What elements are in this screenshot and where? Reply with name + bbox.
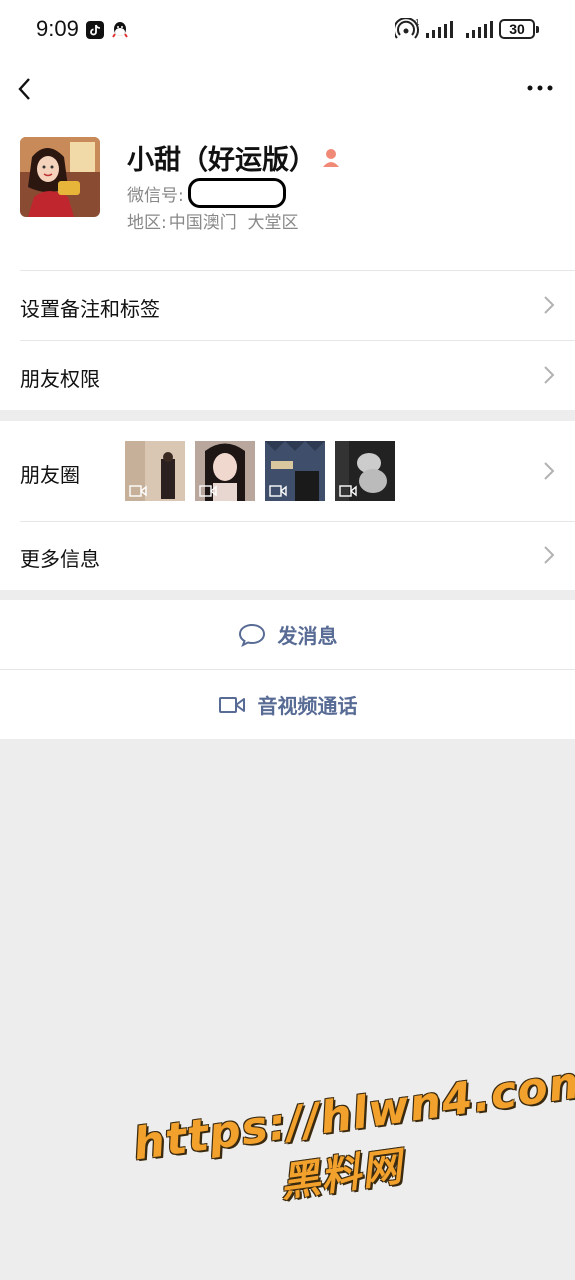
avatar[interactable]: [20, 137, 100, 217]
video-icon: [339, 485, 357, 497]
send-message-button[interactable]: 发消息: [0, 600, 575, 669]
video-icon: [269, 485, 287, 497]
nickname: 小甜（好运版）: [127, 145, 316, 176]
set-remark-tags-cell[interactable]: 设置备注和标签: [0, 270, 575, 340]
chevron-right-icon: [544, 296, 555, 314]
tiktok-icon: [86, 21, 104, 39]
status-bar: 9:09 1 30: [0, 0, 575, 60]
chevron-right-icon: [544, 366, 555, 384]
divider: [20, 521, 575, 522]
video-icon: [199, 485, 217, 497]
video-call-label: 音视频通话: [257, 694, 358, 718]
nav-bar: [0, 60, 575, 118]
status-time: 9:09: [36, 16, 79, 41]
female-gender-icon: [323, 148, 339, 167]
moments-cell[interactable]: 朋友圈: [0, 421, 575, 521]
hotspot-icon: 1: [395, 18, 420, 39]
moment-thumbnail[interactable]: [195, 441, 255, 501]
chevron-right-icon: [544, 546, 555, 564]
moment-thumbnail[interactable]: [335, 441, 395, 501]
friend-permissions-label: 朋友权限: [20, 367, 100, 391]
profile-header: 小甜（好运版） 微信号: 地区: 中国澳门 大堂区: [0, 118, 575, 270]
chevron-right-icon: [544, 462, 555, 480]
video-icon: [129, 485, 147, 497]
signal-icon: [426, 21, 453, 38]
wechat-id-label: 微信号:: [127, 185, 184, 206]
divider: [20, 270, 575, 271]
video-camera-icon: [218, 696, 245, 713]
video-call-button[interactable]: 音视频通话: [0, 670, 575, 739]
friend-permissions-cell[interactable]: 朋友权限: [0, 340, 575, 410]
wechat-id-redaction: [187, 178, 286, 208]
battery-indicator: 30: [499, 19, 539, 39]
svg-text:1: 1: [415, 18, 420, 27]
set-remark-tags-label: 设置备注和标签: [20, 297, 160, 321]
moment-thumbnail[interactable]: [125, 441, 185, 501]
signal-icon: [466, 21, 493, 38]
chat-bubble-icon: [238, 623, 265, 647]
region-label: 地区:: [127, 213, 167, 233]
send-message-label: 发消息: [277, 624, 338, 648]
wechat-id-row: 微信号:: [127, 178, 286, 208]
region-value: 中国澳门 大堂区: [168, 213, 299, 233]
watermark: https://hlwn4.com 黑料网: [130, 1055, 575, 1259]
more-info-cell[interactable]: 更多信息: [0, 521, 575, 590]
qq-icon: [112, 22, 128, 38]
more-info-label: 更多信息: [20, 547, 100, 571]
moment-thumbnail[interactable]: [265, 441, 325, 501]
moments-thumbnails: [125, 441, 395, 501]
nickname-row: 小甜（好运版）: [127, 138, 342, 177]
moments-label: 朋友圈: [20, 463, 80, 487]
divider: [20, 340, 575, 341]
region-row: 地区: 中国澳门 大堂区: [127, 208, 299, 233]
more-options-icon[interactable]: [525, 78, 555, 98]
back-arrow-icon[interactable]: [14, 76, 36, 102]
